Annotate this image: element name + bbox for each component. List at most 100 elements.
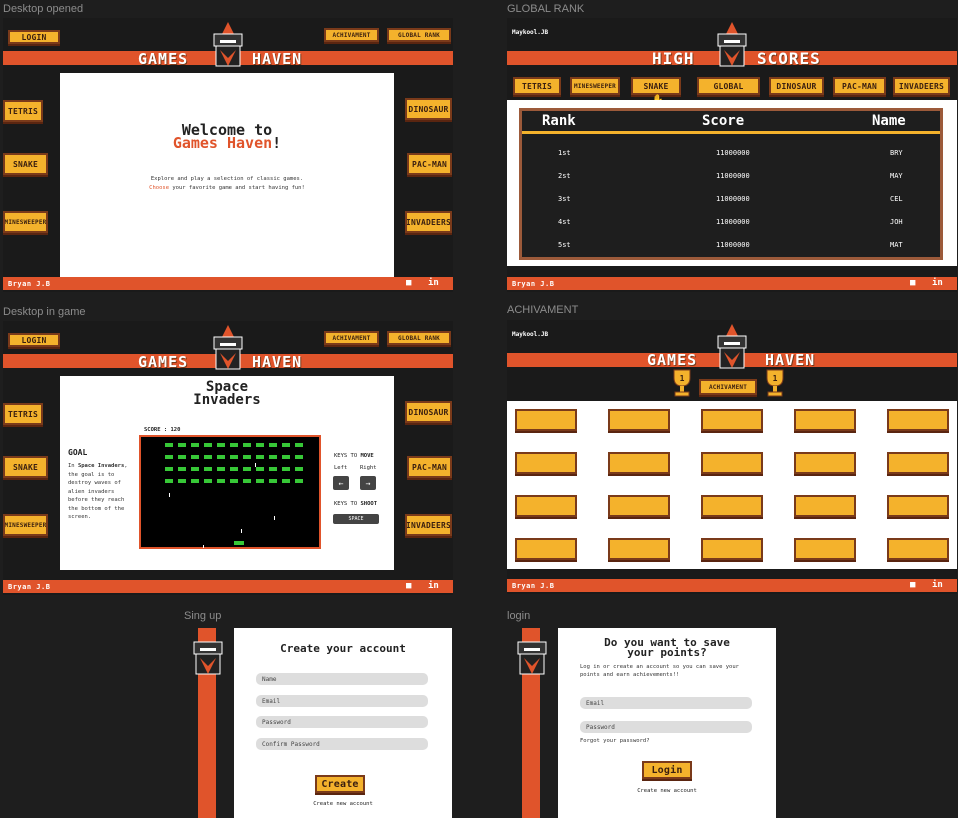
right-arrow-key[interactable]: → bbox=[360, 476, 376, 490]
name-field[interactable]: Name bbox=[256, 673, 428, 685]
game-pacman[interactable]: PAC-MAN bbox=[407, 153, 452, 175]
achievement-badge[interactable] bbox=[701, 452, 763, 474]
invader-sprite bbox=[204, 443, 212, 447]
password-field[interactable]: Password bbox=[256, 716, 428, 728]
create-account-link[interactable]: Create new account bbox=[558, 788, 776, 794]
invader-sprite bbox=[230, 479, 238, 483]
game-dinosaur[interactable]: DINOSAUR bbox=[405, 98, 452, 120]
invader-sprite bbox=[217, 467, 225, 471]
achievement-badge[interactable] bbox=[887, 538, 949, 560]
score-readout: SCORE : 120 bbox=[144, 427, 181, 433]
samurai-logo-icon bbox=[193, 630, 223, 675]
filter-tetris[interactable]: TETRIS bbox=[513, 77, 561, 95]
achievement-badge[interactable] bbox=[608, 495, 670, 517]
achievement-badge[interactable] bbox=[794, 538, 856, 560]
achievement-badge[interactable] bbox=[608, 538, 670, 560]
achievement-badge[interactable] bbox=[701, 538, 763, 560]
achivament-button[interactable]: ACHIVAMENT bbox=[324, 331, 379, 345]
invader-sprite bbox=[204, 455, 212, 459]
rank-cell: 1st bbox=[558, 149, 571, 157]
samurai-logo-icon bbox=[213, 22, 243, 67]
login-button[interactable]: LOGIN bbox=[8, 333, 60, 347]
game-snake[interactable]: SNAKE bbox=[3, 153, 48, 175]
login-password-field[interactable]: Password bbox=[580, 721, 752, 733]
achievement-badge[interactable] bbox=[515, 452, 577, 474]
login-button[interactable]: LOGIN bbox=[8, 30, 60, 44]
achievement-badge[interactable] bbox=[887, 409, 949, 431]
achievement-badge[interactable] bbox=[887, 452, 949, 474]
invader-sprite bbox=[204, 467, 212, 471]
game-invadeers[interactable]: INVADEERS bbox=[405, 514, 452, 536]
linkedin-icon[interactable]: in bbox=[428, 278, 439, 288]
global-rank-button[interactable]: GLOBAL RANK bbox=[387, 28, 451, 42]
keys-move-label: KEYS TO MOVE bbox=[334, 453, 374, 459]
filter-dinosaur[interactable]: DINOSAUR bbox=[769, 77, 824, 95]
linkedin-icon[interactable]: in bbox=[932, 580, 943, 590]
game-minesweeper[interactable]: MINESWEEPER bbox=[3, 211, 48, 233]
instagram-icon[interactable]: ■ bbox=[910, 278, 915, 288]
linkedin-icon[interactable]: in bbox=[428, 581, 439, 591]
score-cell: 11000000 bbox=[716, 149, 750, 157]
create-button[interactable]: Create bbox=[315, 775, 365, 793]
bullet bbox=[274, 516, 275, 520]
global-rank-button[interactable]: GLOBAL RANK bbox=[387, 331, 451, 345]
filter-minesweeper[interactable]: MINESWEEPER bbox=[570, 77, 620, 95]
rank-cell: 5st bbox=[558, 241, 571, 249]
achivament-title-button[interactable]: ACHIVAMENT bbox=[699, 379, 757, 395]
filter-global[interactable]: GLOBAL bbox=[697, 77, 760, 95]
game-dinosaur[interactable]: DINOSAUR bbox=[405, 401, 452, 423]
invader-sprite bbox=[282, 479, 290, 483]
achievement-badge[interactable] bbox=[608, 409, 670, 431]
keys-move-pre: KEYS TO bbox=[334, 453, 361, 459]
game-pacman[interactable]: PAC-MAN bbox=[407, 456, 452, 478]
invader-sprite bbox=[243, 443, 251, 447]
achievement-badge[interactable] bbox=[608, 452, 670, 474]
game-invadeers[interactable]: INVADEERS bbox=[405, 211, 452, 233]
welcome-desc-2: Choose your favorite game and start havi… bbox=[60, 185, 394, 191]
login-email-field[interactable]: Email bbox=[580, 697, 752, 709]
filter-pacman[interactable]: PAC-MAN bbox=[833, 77, 886, 95]
linkedin-icon[interactable]: in bbox=[932, 278, 943, 288]
achievement-badge[interactable] bbox=[515, 409, 577, 431]
invader-sprite bbox=[230, 467, 238, 471]
forgot-password-link[interactable]: Forgot your password? bbox=[580, 738, 650, 744]
game-snake[interactable]: SNAKE bbox=[3, 456, 48, 478]
login-submit-button[interactable]: Login bbox=[642, 761, 692, 779]
achievement-badge[interactable] bbox=[515, 538, 577, 560]
create-account-link[interactable]: Create new account bbox=[234, 801, 452, 807]
game-canvas[interactable] bbox=[139, 435, 321, 549]
right-label: Right bbox=[360, 465, 377, 471]
achievement-badge[interactable] bbox=[701, 409, 763, 431]
invader-sprite bbox=[256, 467, 264, 471]
game-minesweeper[interactable]: MINESWEEPER bbox=[3, 514, 48, 536]
invader-sprite bbox=[191, 479, 199, 483]
footer-author: Bryan J.B bbox=[512, 582, 555, 590]
frame-label-desktop-opened: Desktop opened bbox=[3, 3, 84, 15]
game-tetris[interactable]: TETRIS bbox=[3, 100, 43, 122]
invader-sprite bbox=[269, 479, 277, 483]
frame-label-global-rank: GLOBAL RANK bbox=[507, 3, 585, 15]
keys-shoot-bold: SHOOT bbox=[360, 501, 378, 507]
instagram-icon[interactable]: ■ bbox=[910, 580, 915, 590]
email-field[interactable]: Email bbox=[256, 695, 428, 707]
achievement-badge[interactable] bbox=[794, 452, 856, 474]
achievement-badge[interactable] bbox=[794, 495, 856, 517]
goal-bold: Space Invaders bbox=[77, 463, 125, 469]
achievement-badge[interactable] bbox=[515, 495, 577, 517]
achievement-badge[interactable] bbox=[701, 495, 763, 517]
instagram-icon[interactable]: ■ bbox=[406, 581, 411, 591]
achivament-button[interactable]: ACHIVAMENT bbox=[324, 28, 379, 42]
keys-shoot-pre: KEYS TO bbox=[334, 501, 361, 507]
confirm-password-field[interactable]: Confirm Password bbox=[256, 738, 428, 750]
game-tetris[interactable]: TETRIS bbox=[3, 403, 43, 425]
bullet bbox=[255, 463, 256, 467]
instagram-icon[interactable]: ■ bbox=[406, 278, 411, 288]
filter-invadeers[interactable]: INVADEERS bbox=[893, 77, 950, 95]
invader-sprite bbox=[217, 443, 225, 447]
left-arrow-key[interactable]: ← bbox=[333, 476, 349, 490]
space-key[interactable]: SPACE bbox=[333, 514, 379, 524]
high-text: HIGH bbox=[652, 49, 695, 68]
achievement-badge[interactable] bbox=[887, 495, 949, 517]
filter-snake[interactable]: SNAKE bbox=[631, 77, 681, 95]
achievement-badge[interactable] bbox=[794, 409, 856, 431]
